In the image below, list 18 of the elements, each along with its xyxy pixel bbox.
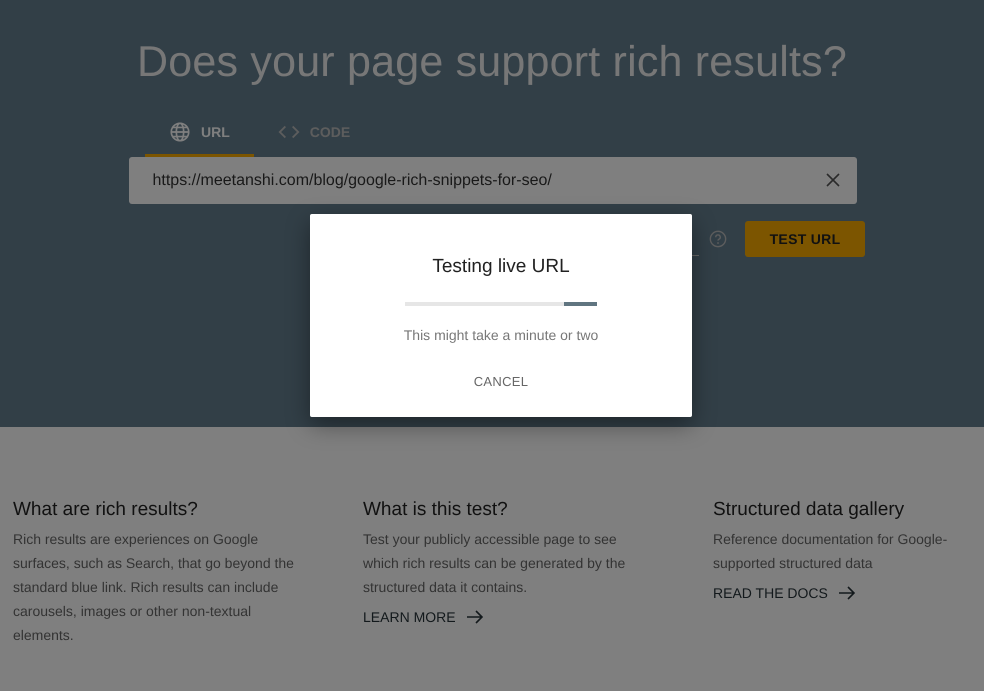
column-heading: What are rich results? [13,499,199,521]
column-text: Test your publicly accessible page to see which rich results can be generated by the structured data it contains. [363,530,626,597]
test-url-button[interactable]: TEST URL [745,221,865,257]
column-text: Reference documentation for Google-supported structured data [713,530,948,573]
page-title: Does your page support rich results? [137,38,847,87]
column-link[interactable]: READ THE DOCS [713,585,856,601]
dialog-message: This might take a minute or two [404,327,598,343]
globe-icon [169,121,191,143]
column-link[interactable]: LEARN MORE [363,609,484,625]
column-text: Rich results are experiences on Google surfaces, such as Search, that go beyond the standard blue link. Rich results can include carousels, images or other non-textual elements. [13,530,295,645]
dialog-title: Testing live URL [432,256,570,278]
column-heading: Structured data gallery [713,499,906,521]
column-heading: What is this test? [363,499,509,521]
arrow-icon [838,585,856,601]
arrow-icon [466,609,484,625]
close-icon[interactable] [824,172,840,188]
cancel-button[interactable]: CANCEL [468,373,534,390]
url-field[interactable]: https://meetanshi.com/blog/google-rich-snippets-for-seo/ [128,157,856,204]
